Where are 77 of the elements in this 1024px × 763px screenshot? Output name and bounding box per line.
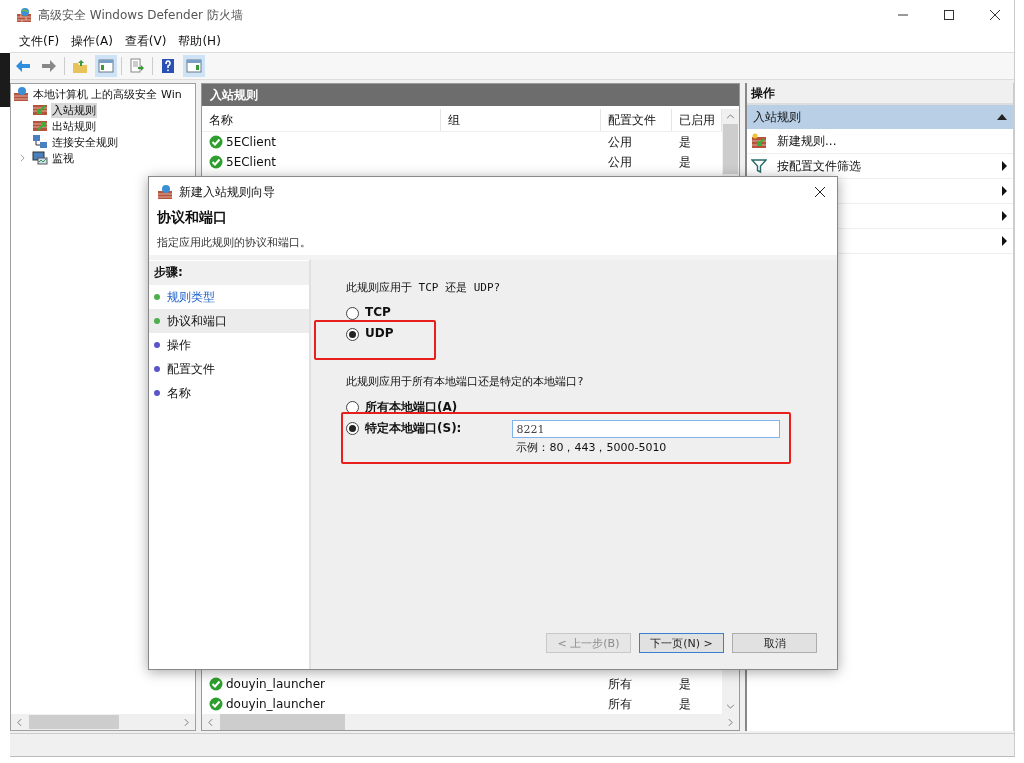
page-heading: 协议和端口 bbox=[157, 209, 228, 227]
table-cell-text: 所有 bbox=[607, 695, 633, 713]
brick-wall-star-icon bbox=[751, 133, 767, 149]
table-cell-text: 是 bbox=[678, 675, 692, 693]
step-item[interactable]: 规则类型 bbox=[149, 285, 309, 309]
close-icon[interactable] bbox=[815, 187, 825, 197]
submenu-arrow-icon[interactable] bbox=[1002, 186, 1007, 196]
table-cell-text: 是 bbox=[678, 153, 692, 171]
column-header[interactable]: 组 bbox=[441, 109, 601, 131]
table-cell: 5EClient bbox=[226, 135, 276, 149]
network-computers-icon bbox=[32, 134, 48, 150]
table-cell: douyin_launcher bbox=[226, 677, 326, 691]
dialog-button[interactable]: 下一页(N) > bbox=[639, 633, 724, 653]
table-cell-text: 是 bbox=[678, 133, 692, 151]
question-text: 此规则应用于 TCP 还是 UDP? bbox=[346, 280, 502, 295]
action-pane-icon[interactable] bbox=[183, 55, 205, 77]
table-cell-text: 是 bbox=[678, 695, 692, 713]
scrollbar-thumb[interactable] bbox=[220, 714, 345, 730]
tree-item[interactable]: 连接安全规则 bbox=[51, 134, 119, 150]
submenu-arrow-icon[interactable] bbox=[1002, 211, 1007, 221]
step-item[interactable]: 名称 bbox=[149, 381, 309, 405]
step-item[interactable]: 配置文件 bbox=[149, 357, 309, 381]
column-header[interactable]: 配置文件 bbox=[601, 109, 672, 131]
section-header[interactable]: 入站规则 bbox=[747, 105, 1013, 129]
scroll-right-icon[interactable] bbox=[181, 717, 192, 727]
console-tree-icon[interactable] bbox=[95, 55, 117, 77]
scrollbar-thumb[interactable] bbox=[723, 124, 738, 174]
step-item[interactable]: 协议和端口 bbox=[149, 309, 309, 333]
radio-label[interactable]: TCP bbox=[365, 305, 391, 319]
close-icon[interactable] bbox=[990, 10, 1000, 20]
step-item[interactable]: 操作 bbox=[149, 333, 309, 357]
radio-button[interactable] bbox=[346, 422, 359, 435]
table-cell: douyin_launcher bbox=[226, 697, 326, 711]
page-description: 指定应用此规则的协议和端口。 bbox=[157, 235, 312, 250]
menu-item[interactable]: 查看(V) bbox=[119, 30, 172, 52]
pane-header: 入站规则 bbox=[202, 84, 739, 109]
question-text: 此规则应用于所有本地端口还是特定的本地端口? bbox=[346, 374, 585, 389]
scrollbar-thumb[interactable] bbox=[29, 715, 119, 729]
table-cell-text: 公用 bbox=[607, 133, 633, 151]
menu-item[interactable]: 操作(A) bbox=[66, 30, 118, 52]
menu-item[interactable]: 帮助(H) bbox=[173, 30, 226, 52]
action-link[interactable]: 新建规则... bbox=[777, 132, 837, 150]
window-title: 高级安全 Windows Defender 防火墙 bbox=[38, 6, 243, 24]
collapse-triangle-icon[interactable] bbox=[997, 114, 1007, 120]
menu-item[interactable]: 文件(F) bbox=[14, 30, 65, 52]
firewall-icon bbox=[157, 184, 173, 200]
port-input-field[interactable]: 8221 bbox=[512, 420, 781, 438]
steps-title: 步骤: bbox=[149, 261, 309, 285]
example-text: 示例：80，443，5000-5010 bbox=[515, 440, 668, 455]
background-strip bbox=[0, 53, 10, 107]
scroll-left-icon[interactable] bbox=[14, 717, 25, 727]
dialog-title: 新建入站规则向导 bbox=[179, 183, 275, 201]
monitor-screen-icon bbox=[32, 150, 48, 166]
firewall-icon bbox=[16, 7, 32, 23]
radio-button[interactable] bbox=[346, 307, 359, 320]
radio-button[interactable] bbox=[346, 328, 359, 341]
table-cell: 5EClient bbox=[226, 155, 276, 169]
action-link[interactable]: 按配置文件筛选 bbox=[777, 157, 861, 175]
submenu-arrow-icon[interactable] bbox=[1002, 161, 1007, 171]
tree-item[interactable]: 出站规则 bbox=[51, 118, 97, 134]
table-cell-text: 公用 bbox=[607, 153, 633, 171]
submenu-arrow-icon[interactable] bbox=[1002, 236, 1007, 246]
table-cell-text: 所有 bbox=[607, 675, 633, 693]
maximize-icon[interactable] bbox=[944, 10, 954, 20]
radio-label[interactable]: UDP bbox=[365, 326, 394, 340]
tree-item[interactable]: 监视 bbox=[51, 150, 75, 166]
tree-item[interactable]: 本地计算机 上的高级安全 Win bbox=[32, 86, 183, 102]
radio-label[interactable]: 特定本地端口(S): bbox=[365, 420, 462, 437]
pane-header: 操作 bbox=[747, 83, 1013, 105]
scroll-left-icon[interactable] bbox=[205, 717, 216, 727]
expand-chevron-icon[interactable] bbox=[19, 154, 25, 162]
column-header[interactable]: 名称 bbox=[202, 109, 441, 131]
filter-icon bbox=[751, 158, 767, 174]
scroll-right-icon[interactable] bbox=[725, 717, 736, 727]
firewall-icon bbox=[13, 86, 29, 102]
dialog-button[interactable]: 取消 bbox=[732, 633, 817, 653]
tree-item[interactable]: 入站规则 bbox=[51, 102, 97, 118]
